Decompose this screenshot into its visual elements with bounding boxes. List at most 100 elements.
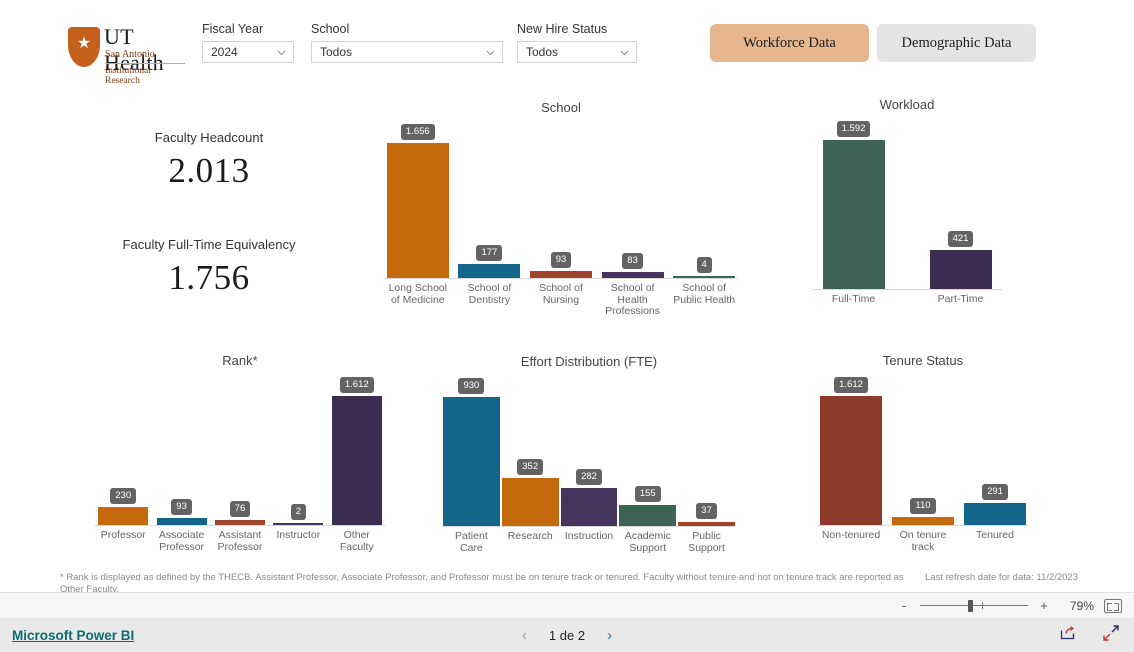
bar-column[interactable]: 1.656: [386, 123, 449, 279]
bar-value-label: 1.612: [834, 376, 868, 393]
page-navigation: ‹ 1 de 2 ›: [0, 628, 1134, 643]
bar[interactable]: [822, 140, 885, 290]
category-label: School of Health Professions: [605, 282, 660, 317]
bar-column[interactable]: 93: [156, 498, 207, 526]
bar-column[interactable]: 1.592: [822, 120, 885, 290]
bar[interactable]: [386, 143, 449, 279]
fit-to-page-icon[interactable]: [1104, 598, 1122, 613]
bar-column[interactable]: 155: [619, 485, 677, 527]
chevron-down-icon: [276, 47, 287, 58]
bar-value-label: 2: [290, 503, 306, 520]
slicer-new-hire-status: New Hire Status Todos: [517, 22, 637, 63]
chart-workload-title: Workload: [879, 97, 935, 112]
zoom-out-button[interactable]: -: [898, 598, 910, 613]
chart-effort-distribution: Effort Distribution (FTE) 930 352 282 155 37…: [443, 354, 735, 554]
bar-column[interactable]: 282: [560, 468, 618, 527]
workforce-data-button-label: Workforce Data: [743, 34, 836, 51]
logo-subtitle: San Antonio: [105, 49, 155, 60]
bar-column[interactable]: 291: [964, 483, 1026, 526]
chart-effort-distribution-plot[interactable]: 930 352 282 155 37: [443, 375, 735, 527]
chart-workload-plot[interactable]: 1.592 421: [812, 118, 1002, 290]
share-icon[interactable]: [1059, 624, 1076, 646]
slicer-fiscal-year-value: 2024: [211, 45, 238, 59]
bar-value-label: 1.592: [836, 120, 871, 137]
last-refresh-note: Last refresh date for data: 11/2/2023: [925, 572, 1078, 583]
shield-icon: ★: [68, 27, 100, 67]
bar-value-label: 4: [696, 256, 712, 273]
bar-column[interactable]: 110: [892, 497, 954, 526]
bar[interactable]: [619, 505, 677, 527]
bar-column[interactable]: 93: [529, 251, 592, 279]
chart-rank-bars: 230 93 76 2 1.612: [95, 374, 385, 526]
chart-effort-distribution-categories: Patient Care Research Instruction Academic …: [443, 527, 735, 554]
bar[interactable]: [98, 507, 149, 526]
slicer-school-value: Todos: [320, 45, 353, 59]
bar[interactable]: [443, 397, 500, 527]
zoom-in-button[interactable]: +: [1038, 598, 1050, 613]
slicer-school: School Todos: [311, 22, 503, 63]
chart-rank-categories: Professor Associate Professor Assistant Pr…: [95, 526, 385, 553]
bar-value-label: 1.656: [400, 123, 435, 140]
category-label: Research: [507, 530, 553, 542]
bar[interactable]: [501, 478, 559, 527]
chart-workload-axis: [812, 289, 1002, 290]
kpi-faculty-fte-title: Faculty Full-Time Equivalency: [122, 237, 296, 252]
footer-actions: [1059, 624, 1120, 647]
slicer-school-dropdown[interactable]: Todos: [311, 41, 503, 63]
bar-column[interactable]: 2: [273, 503, 324, 526]
chart-tenure-status-categories: Non-tenured On tenure track Tenured: [818, 526, 1028, 553]
chart-tenure-status: Tenure Status 1.612 110 291 Non-tenured On …: [818, 353, 1028, 553]
bar-value-label: 110: [910, 497, 936, 514]
chart-workload-bars: 1.592 421: [812, 118, 1002, 290]
bar-column[interactable]: 1.612: [820, 376, 882, 526]
bar-column[interactable]: 83: [601, 252, 664, 279]
bar-column[interactable]: 352: [501, 458, 559, 527]
slicer-new-hire-status-label: New Hire Status: [517, 22, 608, 36]
category-label: Public Support: [688, 530, 725, 554]
bar-value-label: 177: [476, 244, 503, 261]
bar-column[interactable]: 930: [443, 377, 500, 527]
zoom-slider-thumb[interactable]: [967, 599, 973, 612]
slicer-new-hire-status-dropdown[interactable]: Todos: [517, 41, 637, 63]
bar-value-label: 291: [982, 483, 1008, 500]
chart-tenure-status-plot[interactable]: 1.612 110 291: [818, 374, 1028, 526]
bar-column[interactable]: 177: [458, 244, 521, 279]
next-page-button[interactable]: ›: [607, 628, 612, 643]
chart-school-plot[interactable]: 1.656 177 93 83 4: [385, 121, 737, 279]
demographic-data-button-label: Demographic Data: [901, 34, 1012, 51]
bar-column[interactable]: 37: [678, 502, 735, 527]
bar-column[interactable]: 230: [98, 487, 149, 526]
bar-value-label: 76: [229, 500, 251, 517]
bar-value-label: 230: [110, 487, 137, 504]
bar-column[interactable]: 421: [929, 230, 992, 290]
bar[interactable]: [560, 488, 618, 527]
bar-column[interactable]: 76: [214, 500, 265, 526]
page-indicator: 1 de 2: [548, 627, 586, 643]
chart-workload-categories: Full-Time Part-Time: [812, 290, 1002, 306]
category-label: Other Faculty: [339, 529, 374, 553]
bar-value-label: 93: [171, 498, 192, 515]
chart-rank-plot[interactable]: 230 93 76 2 1.612: [95, 374, 385, 526]
bar[interactable]: [929, 250, 992, 290]
bar[interactable]: [458, 264, 521, 279]
bar[interactable]: [964, 503, 1026, 526]
demographic-data-button[interactable]: Demographic Data: [877, 24, 1036, 62]
category-label: Assistant Professor: [217, 529, 263, 553]
category-label: Long School of Medicine: [388, 282, 447, 306]
chart-tenure-status-axis: [818, 525, 1028, 526]
chart-effort-distribution-axis: [443, 526, 735, 527]
bar-column[interactable]: 1.612: [331, 376, 382, 526]
chart-tenure-status-bars: 1.612 110 291: [818, 374, 1028, 526]
bar[interactable]: [331, 396, 382, 526]
bar-column[interactable]: 4: [673, 256, 736, 279]
zoom-slider-rail: [920, 605, 1028, 606]
category-label: School of Dentistry: [467, 282, 512, 306]
fullscreen-icon[interactable]: [1102, 624, 1120, 647]
workforce-data-button[interactable]: Workforce Data: [710, 24, 869, 62]
bar[interactable]: [820, 396, 882, 526]
previous-page-button[interactable]: ‹: [522, 628, 527, 643]
bar-value-label: 83: [622, 252, 643, 269]
slicer-school-label: School: [311, 22, 350, 36]
slicer-fiscal-year-dropdown[interactable]: 2024: [202, 41, 294, 63]
zoom-slider[interactable]: [920, 599, 1028, 612]
